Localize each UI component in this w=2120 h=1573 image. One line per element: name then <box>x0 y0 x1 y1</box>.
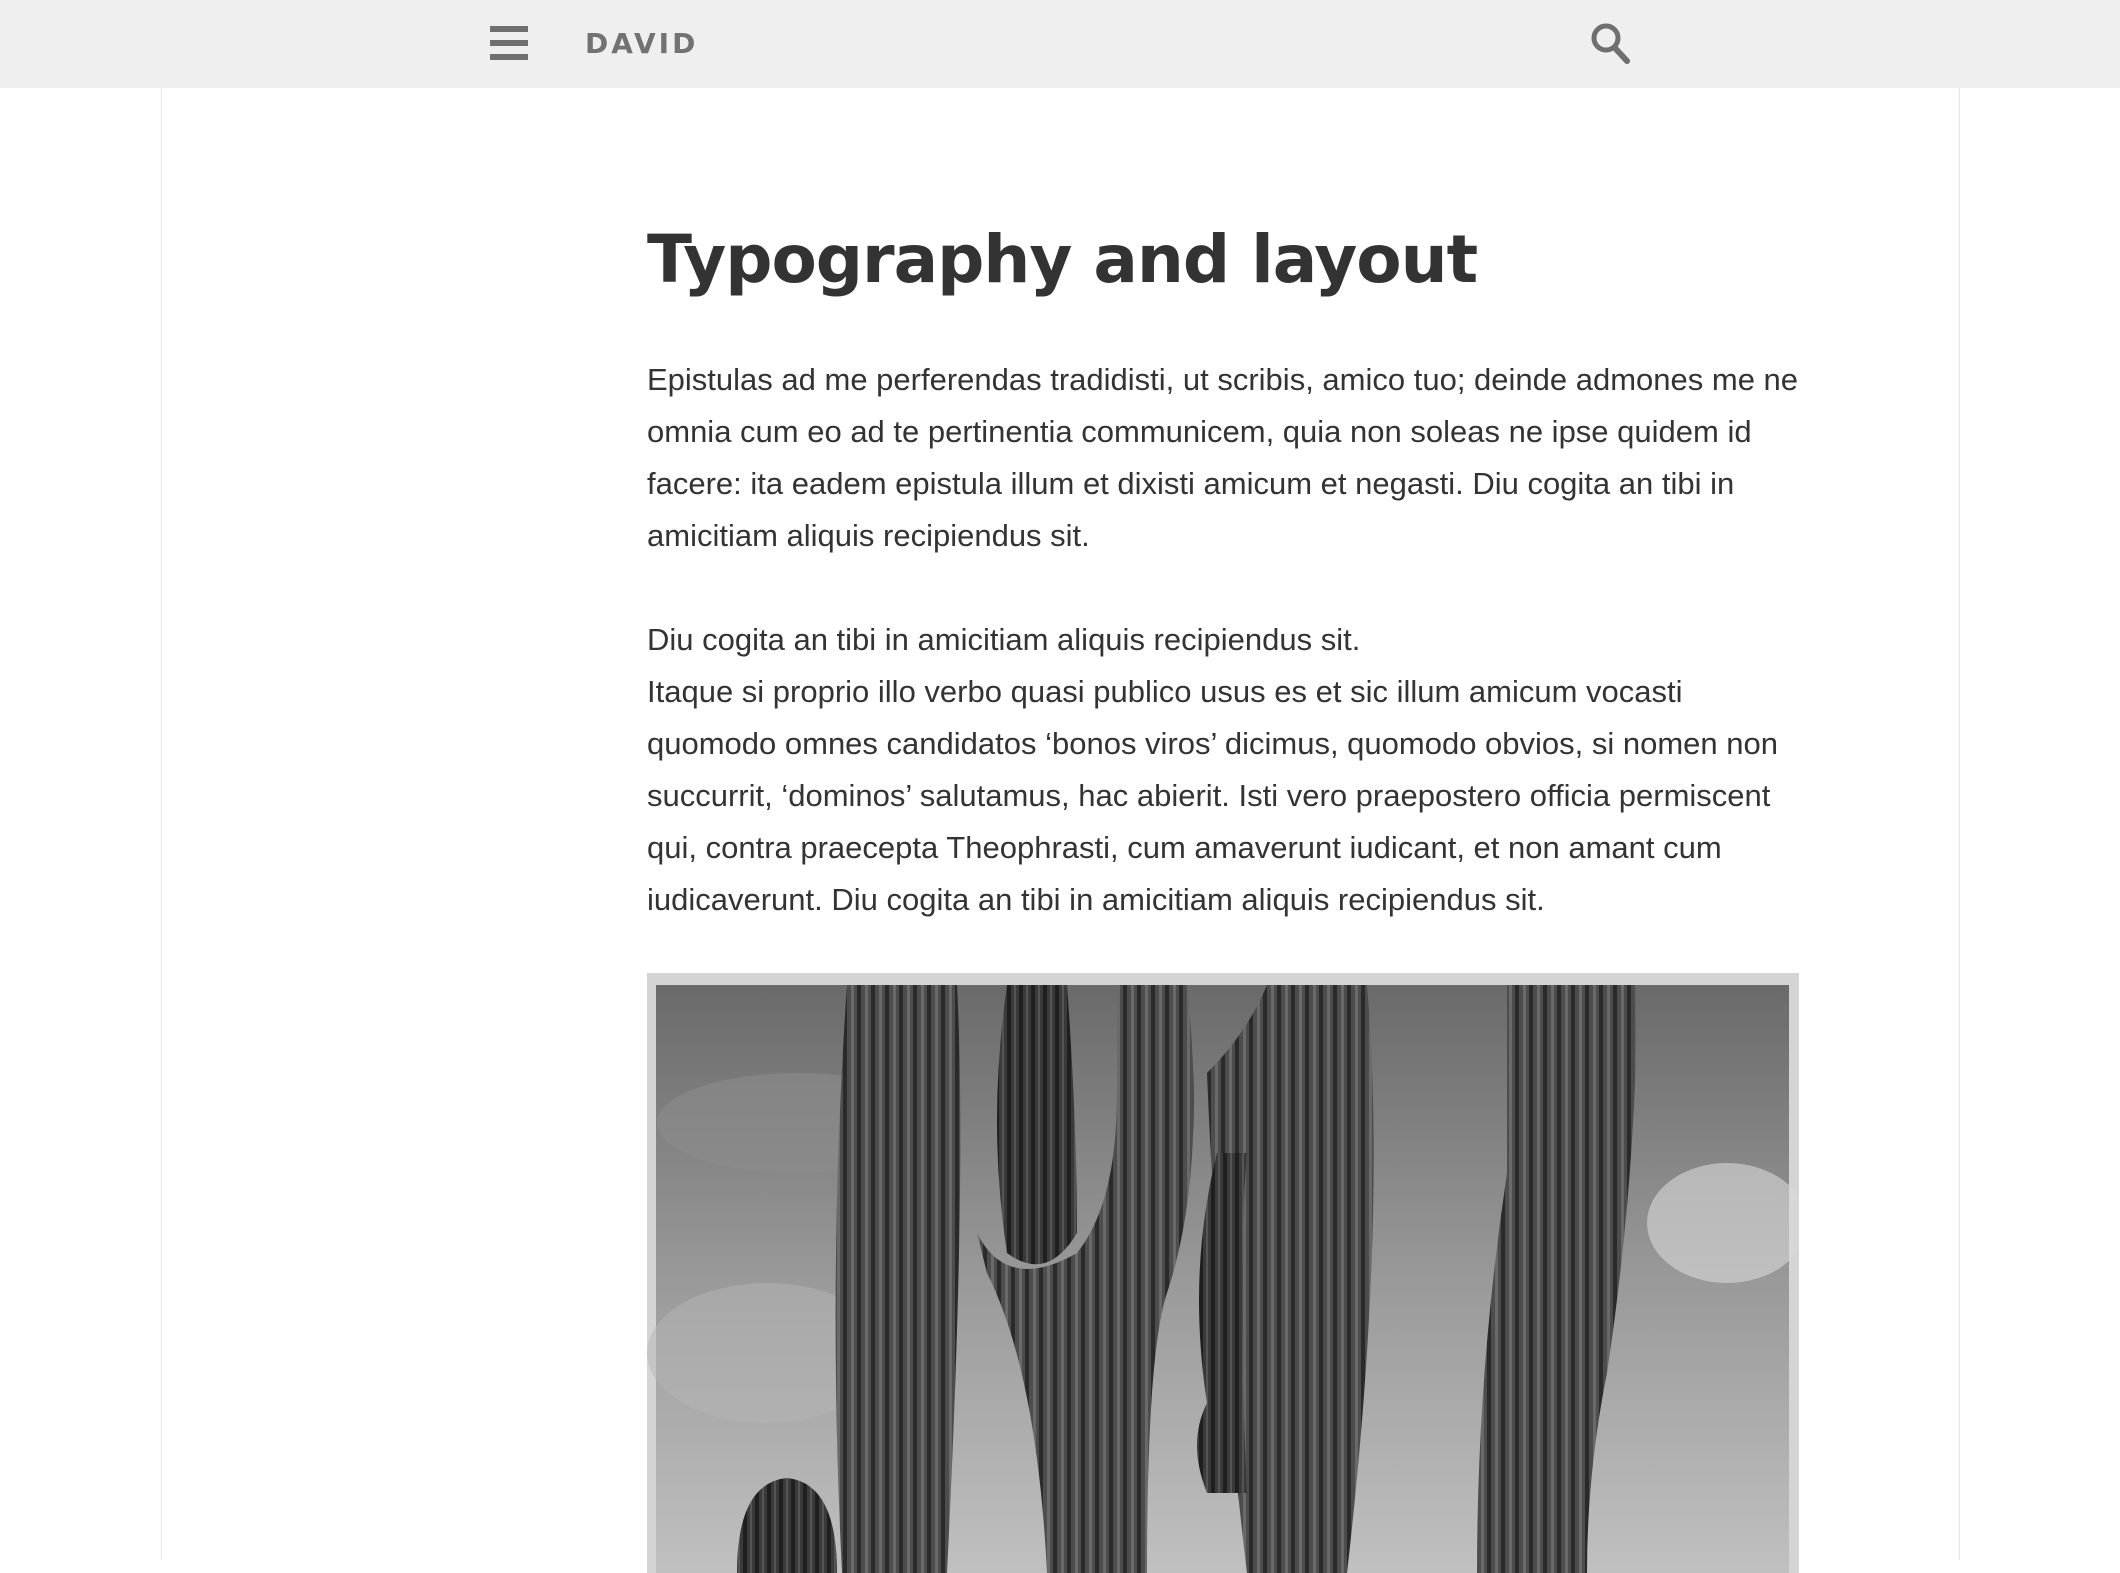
search-icon[interactable] <box>1590 22 1630 64</box>
article-image <box>647 973 1799 1573</box>
site-title-link[interactable]: DAVID <box>585 26 698 62</box>
hamburger-menu-icon[interactable] <box>490 26 528 60</box>
article-paragraph: Epistulas ad me perferendas tradidisti, … <box>647 362 1799 553</box>
paragraph-text: Itaque si proprio illo verbo quasi publi… <box>647 674 1779 917</box>
top-bar: DAVID <box>0 0 2120 88</box>
page-container: Typography and layout Epistulas ad me pe… <box>161 88 1960 1573</box>
article-paragraph: Diu cogita an tibi in amicitiam aliquis … <box>647 614 1807 926</box>
article-title: Typography and layout <box>647 221 1478 298</box>
paragraph-line: Diu cogita an tibi in amicitiam aliquis … <box>647 622 1361 657</box>
